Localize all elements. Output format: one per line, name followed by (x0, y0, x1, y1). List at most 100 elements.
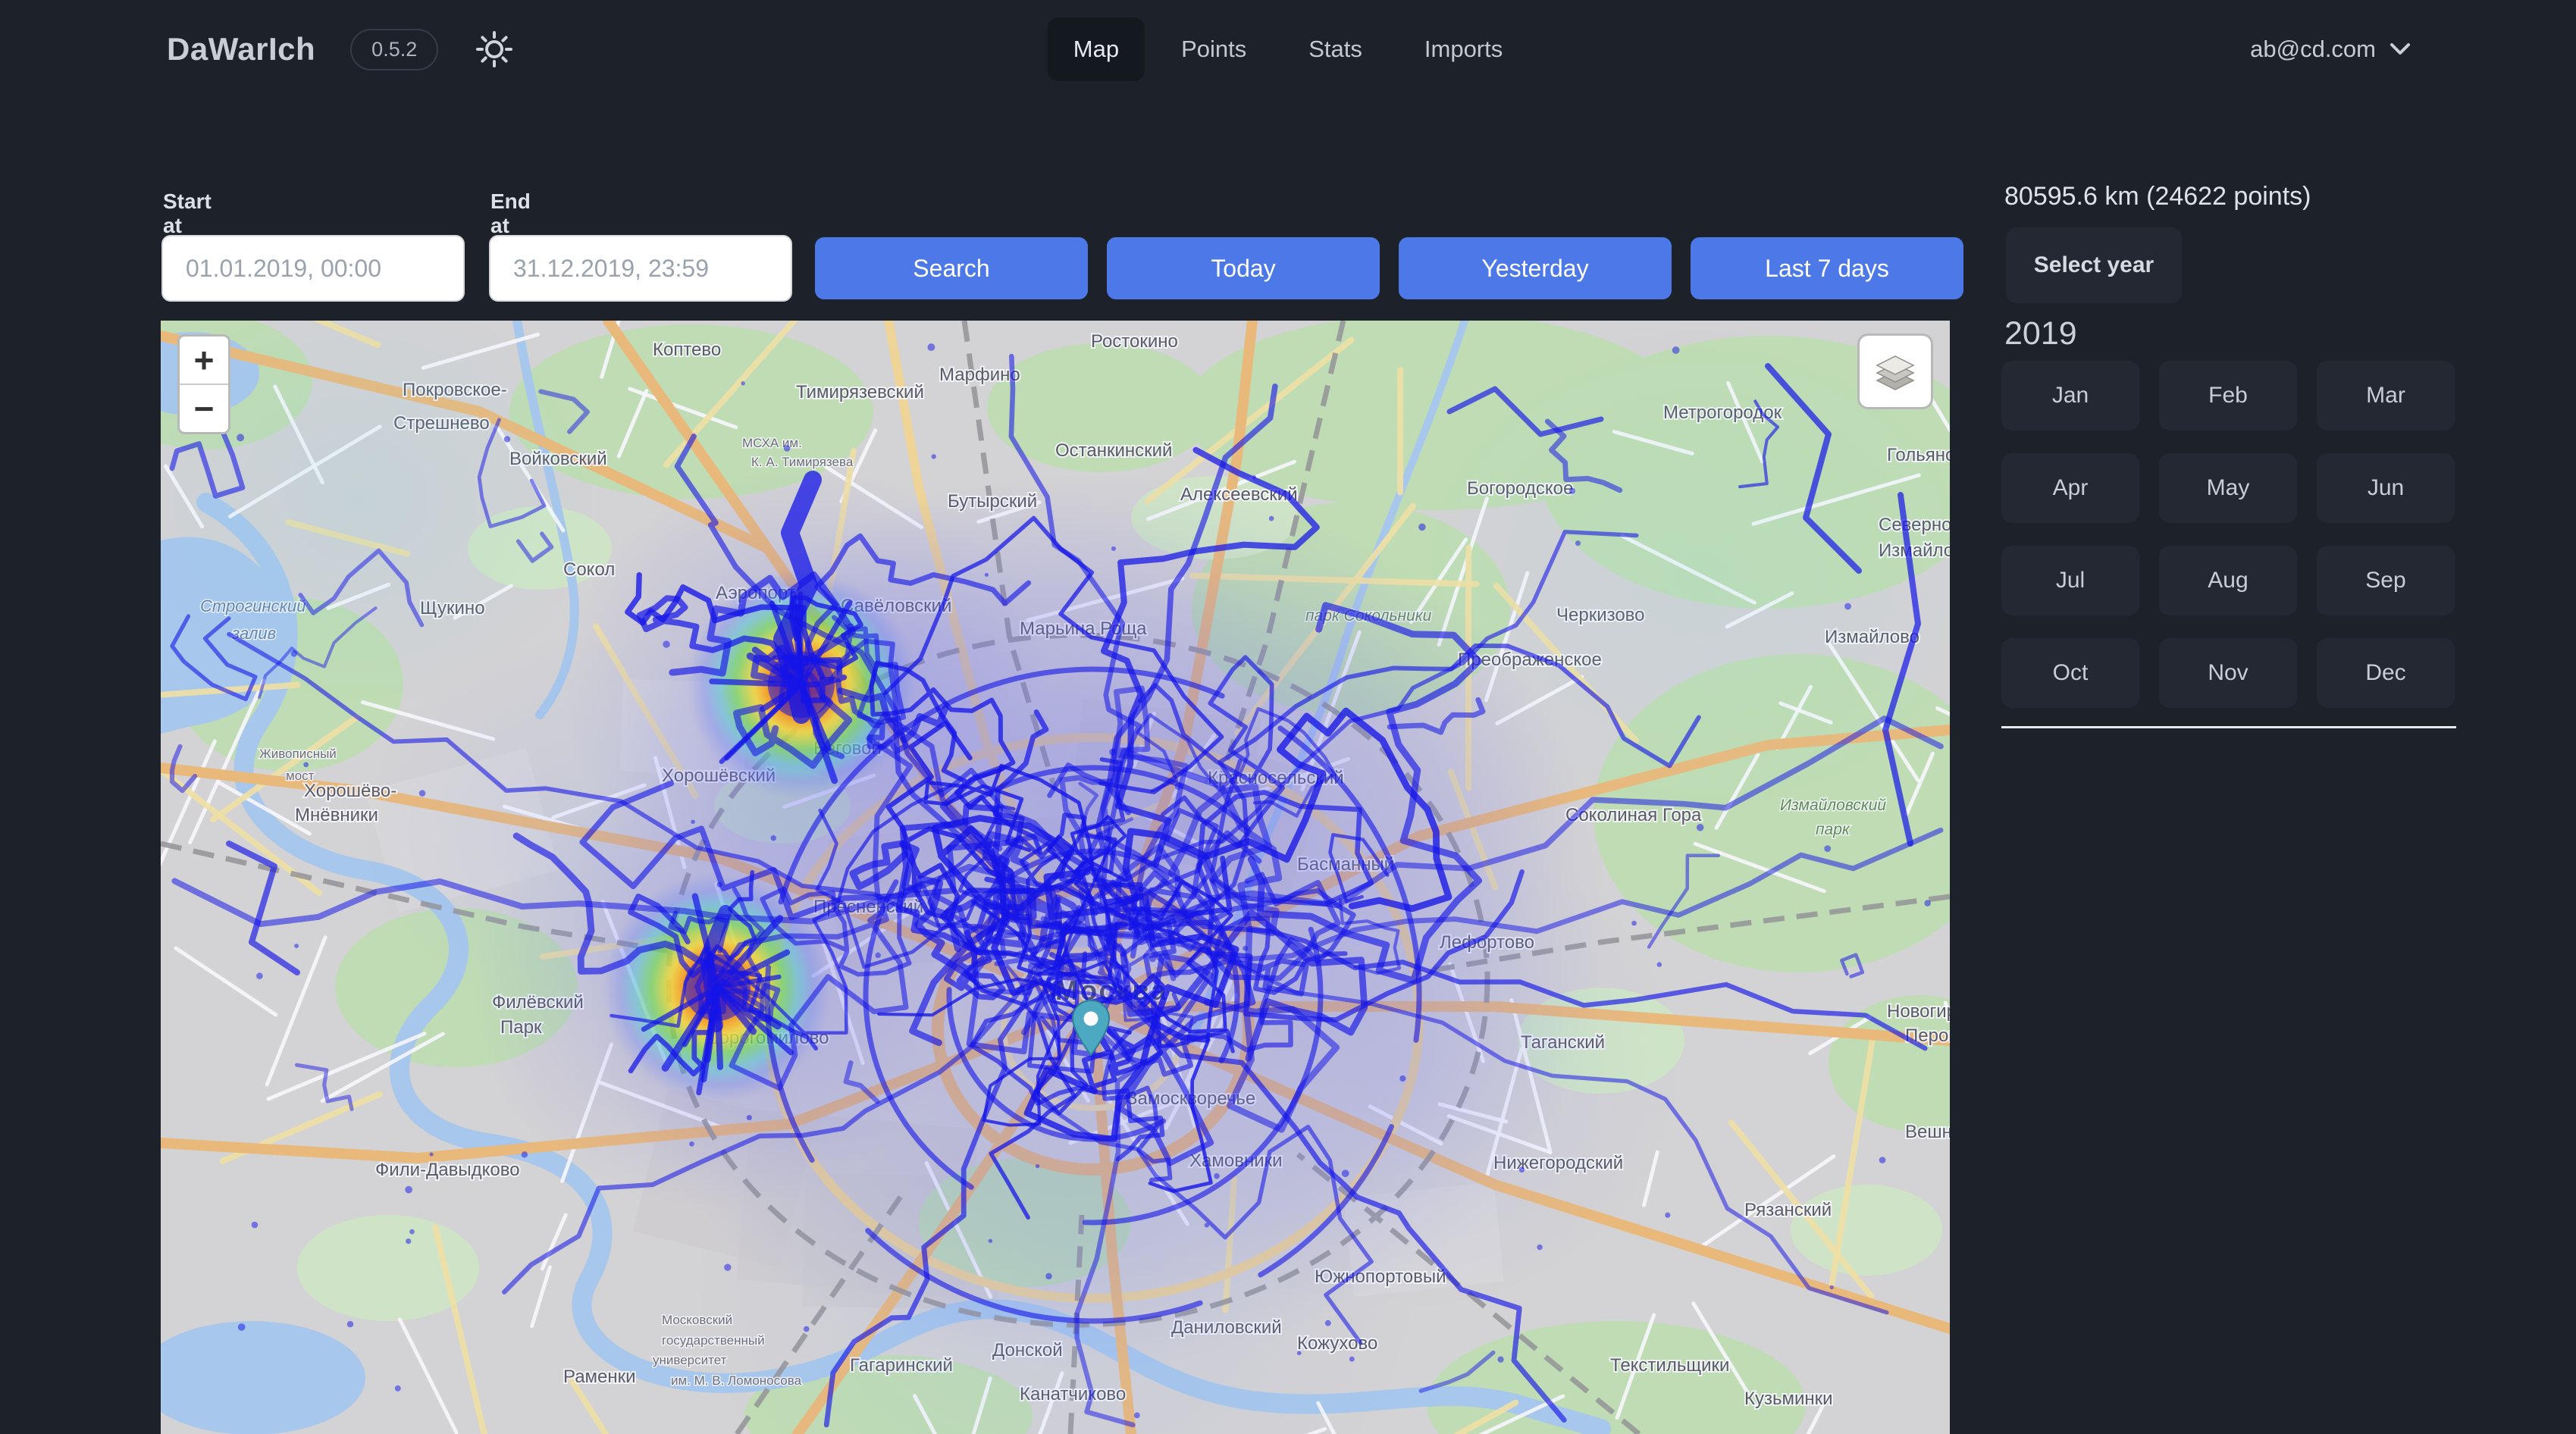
month-button-jun[interactable]: Jun (2317, 453, 2455, 523)
location-marker[interactable] (1072, 1000, 1110, 1056)
map-label: государственный (662, 1333, 765, 1348)
start-at-label: Start at (163, 189, 212, 238)
map-label: Северное (1879, 515, 1950, 535)
month-button-dec[interactable]: Dec (2317, 638, 2455, 708)
yesterday-button[interactable]: Yesterday (1399, 237, 1672, 299)
month-button-nov[interactable]: Nov (2159, 638, 2297, 708)
map-label: Ростокино (1091, 331, 1178, 352)
map-label: залив (231, 624, 276, 643)
zoom-in-button[interactable]: + (180, 337, 228, 385)
main-nav: Map Points Stats Imports (1048, 0, 1529, 99)
map-label: Замоскворечье (1127, 1088, 1255, 1109)
map-label: Вешняки (1905, 1122, 1950, 1142)
month-button-apr[interactable]: Apr (2001, 453, 2139, 523)
map-label: Таганский (1521, 1032, 1605, 1053)
tab-points[interactable]: Points (1155, 17, 1272, 81)
month-button-sep[interactable]: Sep (2317, 546, 2455, 615)
map-label: Кузьминки (1744, 1389, 1833, 1409)
month-button-feb[interactable]: Feb (2159, 361, 2297, 431)
end-at-input[interactable] (489, 235, 792, 302)
user-menu[interactable]: ab@cd.com (2250, 0, 2411, 99)
map-label: Даниловский (1171, 1317, 1282, 1338)
map-label: Живописный (259, 747, 337, 761)
map-label: Хорошёвский (662, 766, 776, 786)
map-label: Донской (992, 1340, 1063, 1360)
select-year-button[interactable]: Select year (2006, 227, 2182, 303)
map-label: Стрешнево (393, 413, 490, 434)
map-label: К. А. Тимирязева (751, 455, 854, 469)
map-label: университет (653, 1353, 727, 1367)
app-logo[interactable]: DaWarIch (167, 31, 315, 67)
map-label: Хорошёво- (304, 781, 396, 801)
last-7-days-button[interactable]: Last 7 days (1691, 237, 1963, 299)
map-label: Останкинский (1055, 440, 1172, 461)
map-zoom-control: + − (177, 334, 230, 434)
month-button-jan[interactable]: Jan (2001, 361, 2139, 431)
map-label: Новогиреево (1887, 1001, 1950, 1022)
map-label: Измайлово (1825, 627, 1919, 647)
user-email: ab@cd.com (2250, 36, 2376, 63)
map-label: Гольяново (1887, 445, 1950, 465)
distance-points-stats: 80595.6 km (24622 points) (2004, 182, 2311, 211)
month-button-oct[interactable]: Oct (2001, 638, 2139, 708)
map-label: Метрогородок (1663, 402, 1782, 423)
today-button[interactable]: Today (1107, 237, 1380, 299)
search-button[interactable]: Search (815, 237, 1088, 299)
map-label: Басманный (1297, 854, 1394, 875)
months-grid: Jan Feb Mar Apr May Jun Jul Aug Sep Oct Nov Dec (2001, 361, 2455, 708)
map-label: Хамовники (1189, 1151, 1283, 1171)
month-button-jul[interactable]: Jul (2001, 546, 2139, 615)
map-label: Тимирязевский (796, 382, 924, 402)
map-label: Сокол (563, 559, 615, 580)
tab-stats[interactable]: Stats (1283, 17, 1388, 81)
map-label: Канатчиково (1020, 1384, 1126, 1404)
map-label: Мнёвники (295, 805, 378, 825)
start-at-input[interactable] (161, 235, 465, 302)
zoom-out-button[interactable]: − (180, 385, 228, 432)
map-label: Войковский (509, 449, 607, 469)
map-label: Лефортово (1440, 932, 1534, 953)
map-label: Аэропорт (716, 583, 796, 603)
month-button-mar[interactable]: Mar (2317, 361, 2455, 431)
map-label: Измайлово (1879, 540, 1950, 561)
map-label: Нижегородский (1493, 1153, 1623, 1173)
map-label: Дорогомилово (707, 1028, 829, 1048)
map-label: Щукино (420, 598, 485, 618)
layers-icon (1872, 349, 1918, 394)
map-label: Парк (500, 1017, 542, 1038)
map-label: Текстильщики (1610, 1355, 1729, 1376)
map-label: Строгинский (200, 596, 306, 615)
tab-imports[interactable]: Imports (1399, 17, 1528, 81)
map-label: Пресненский (813, 897, 923, 917)
map-label: Рязанский (1744, 1200, 1832, 1220)
month-button-may[interactable]: May (2159, 453, 2297, 523)
map-label: Бутырский (948, 491, 1037, 512)
theme-toggle-button[interactable] (473, 28, 516, 70)
map-label: Измайловский (1780, 797, 1886, 814)
sidebar-divider (2001, 726, 2456, 728)
map-label: Беговой (813, 738, 882, 759)
map-label: Фили-Давыдково (375, 1160, 520, 1180)
sun-icon (475, 30, 514, 69)
map-label: Коптево (653, 340, 721, 360)
tab-map[interactable]: Map (1048, 17, 1145, 81)
basemap-layer: Ростокино Коптево Марфино Покровское- Стрешн… (161, 321, 1950, 1434)
month-button-aug[interactable]: Aug (2159, 546, 2297, 615)
map-label: МСХА им. (742, 436, 802, 450)
map-label: Преображенское (1458, 650, 1602, 670)
layers-control-button[interactable] (1857, 333, 1933, 409)
map-label: Богородское (1467, 478, 1573, 499)
map-container[interactable]: Ростокино Коптево Марфино Покровское- Стрешн… (161, 321, 1950, 1434)
map-label: Соколиная Гора (1565, 805, 1702, 825)
map-label: Черкизово (1556, 605, 1645, 625)
end-at-label: End at (490, 189, 531, 238)
map-label: Кожухово (1297, 1333, 1377, 1354)
map-label: Марьина Роща (1020, 618, 1147, 639)
dawarich-app: DaWarIch 0.5.2 Map Points Stats Imports … (0, 0, 2576, 1434)
map-label: Марфино (939, 365, 1020, 385)
map-label: парк (1816, 821, 1851, 838)
map-label: Московский (662, 1313, 732, 1327)
map-label: Покровское- (403, 380, 507, 400)
map-label: Южнопортовый (1315, 1266, 1446, 1287)
brand-group: DaWarIch 0.5.2 (167, 0, 516, 99)
